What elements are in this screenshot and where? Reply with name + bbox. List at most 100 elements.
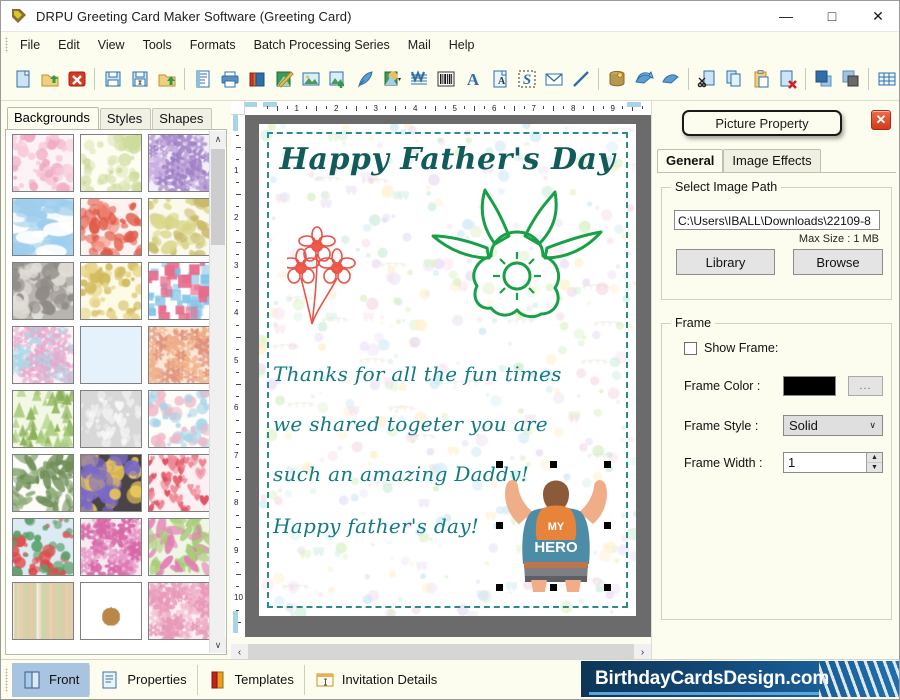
menu-formats[interactable]: Formats <box>181 34 245 56</box>
frame-color-swatch[interactable] <box>783 376 836 396</box>
bottombar-drag-grip[interactable] <box>5 667 8 692</box>
menu-help[interactable]: Help <box>440 34 484 56</box>
selection-handle-bm[interactable] <box>550 584 557 591</box>
save-as-icon[interactable] <box>127 66 152 92</box>
bottom-item-front[interactable]: Front <box>12 662 90 697</box>
print-icon[interactable] <box>217 66 242 92</box>
email-icon[interactable] <box>541 66 566 92</box>
delete-icon[interactable] <box>775 66 800 92</box>
bg-teddy-bear[interactable] <box>80 582 142 640</box>
my-hero-dad-illustration[interactable]: MY HERO <box>497 464 615 594</box>
page-setup-icon[interactable] <box>190 66 215 92</box>
ruler-margin-marker-top[interactable] <box>233 115 238 131</box>
grid-icon[interactable] <box>874 66 899 92</box>
bg-fruit-pastel[interactable] <box>148 198 210 256</box>
signature-icon[interactable]: S <box>514 66 539 92</box>
bg-baby-pastel[interactable] <box>80 134 142 192</box>
import-folder-icon[interactable] <box>154 66 179 92</box>
bg-gift-boxes[interactable] <box>148 262 210 320</box>
insert-image-icon[interactable] <box>298 66 323 92</box>
bg-baby-pink[interactable] <box>12 134 74 192</box>
frame-color-picker-button[interactable]: ... <box>848 376 883 396</box>
close-button[interactable]: ✕ <box>855 1 899 32</box>
menu-drag-grip[interactable] <box>5 37 8 53</box>
bottom-item-properties[interactable]: Properties <box>90 663 196 697</box>
ruler-margin-marker-left-2[interactable] <box>263 102 277 107</box>
add-object-icon[interactable] <box>325 66 350 92</box>
card-title-text[interactable]: Happy Father's Day <box>259 142 636 177</box>
database-icon[interactable] <box>604 66 629 92</box>
backgrounds-scrollbar[interactable]: ∧ ∨ <box>209 131 226 653</box>
send-back-icon[interactable] <box>838 66 863 92</box>
bg-confetti-beige[interactable] <box>80 262 142 320</box>
frame-width-value[interactable]: 1 <box>784 453 866 472</box>
tab-shapes[interactable]: Shapes <box>152 108 213 129</box>
close-document-icon[interactable] <box>64 66 89 92</box>
show-frame-row[interactable]: Show Frame: <box>684 341 778 355</box>
card-stack-icon[interactable] <box>244 66 269 92</box>
menu-batch-processing-series[interactable]: Batch Processing Series <box>245 34 399 56</box>
tab-image-effects[interactable]: Image Effects <box>723 149 821 172</box>
bg-white-heart[interactable] <box>80 390 142 448</box>
bg-pine-trees[interactable] <box>12 390 74 448</box>
selection-handle-tl[interactable] <box>496 461 503 468</box>
ruler-margin-marker-bottom[interactable] <box>233 611 238 633</box>
greeting-card[interactable]: Happy Father's Day Thanks for all the fu… <box>259 124 636 616</box>
undo-icon[interactable] <box>631 66 656 92</box>
tab-backgrounds[interactable]: Backgrounds <box>7 107 99 129</box>
minimize-button[interactable]: — <box>763 1 809 32</box>
vertical-ruler[interactable]: 1 2 3 4 5 6 7 8 9 10 <box>231 115 245 637</box>
spin-up-icon[interactable]: ▲ <box>866 453 882 463</box>
bg-grey-stones[interactable] <box>12 262 74 320</box>
bottom-item-templates[interactable]: Templates <box>198 663 304 697</box>
panel-close-icon[interactable]: ✕ <box>871 110 891 130</box>
selection-handle-ml[interactable] <box>496 522 503 529</box>
library-button[interactable]: Library <box>676 249 775 275</box>
bg-purple-floral[interactable] <box>148 134 210 192</box>
bg-stripes-pastel[interactable] <box>12 582 74 640</box>
bg-green-leaf[interactable] <box>12 454 74 512</box>
scrollbar-thumb[interactable] <box>211 149 225 245</box>
maximize-button[interactable]: □ <box>809 1 855 32</box>
browse-button[interactable]: Browse <box>793 249 883 275</box>
line-tool-icon[interactable] <box>568 66 593 92</box>
bring-front-icon[interactable] <box>811 66 836 92</box>
shape-fill-icon[interactable] <box>379 66 404 92</box>
watermark-icon[interactable] <box>406 66 431 92</box>
bg-blue-sky[interactable] <box>12 198 74 256</box>
tab-general[interactable]: General <box>657 149 724 172</box>
spin-down-icon[interactable]: ▼ <box>866 463 882 472</box>
pen-tool-icon[interactable] <box>352 66 377 92</box>
new-document-icon[interactable] <box>10 66 35 92</box>
bg-pink-soft[interactable] <box>148 582 210 640</box>
bg-mandala-peach[interactable] <box>148 326 210 384</box>
card-line-2[interactable]: we shared togeter you are <box>273 412 650 436</box>
bg-green-floral[interactable] <box>148 518 210 576</box>
selection-handle-bl[interactable] <box>496 584 503 591</box>
open-folder-icon[interactable] <box>37 66 62 92</box>
bg-party-doodle[interactable] <box>148 390 210 448</box>
menu-file[interactable]: File <box>11 34 49 56</box>
tab-styles[interactable]: Styles <box>99 108 152 129</box>
redo-icon[interactable] <box>658 66 683 92</box>
bg-santa-blue[interactable] <box>12 518 74 576</box>
barcode-icon[interactable] <box>433 66 458 92</box>
bg-snowflake[interactable] <box>80 326 142 384</box>
scroll-up-icon[interactable]: ∧ <box>210 131 226 147</box>
bottom-item-invitation-details[interactable]: Invitation Details <box>305 663 447 697</box>
bg-strawberry[interactable] <box>80 198 142 256</box>
bg-flower-pastel[interactable] <box>12 326 74 384</box>
bg-red-hearts[interactable] <box>148 454 210 512</box>
image-path-input[interactable]: C:\Users\IBALL\Downloads\22109-8 <box>674 210 880 230</box>
ruler-margin-marker-right[interactable] <box>627 102 641 107</box>
frame-width-stepper[interactable]: 1 ▲ ▼ <box>783 452 883 473</box>
selection-handle-br[interactable] <box>604 584 611 591</box>
selection-handle-mr[interactable] <box>604 522 611 529</box>
horizontal-ruler[interactable]: 1 2 3 4 5 6 7 8 9 <box>245 101 651 115</box>
card-canvas[interactable]: Happy Father's Day Thanks for all the fu… <box>245 115 651 637</box>
frame-style-select[interactable]: Solid ∨ <box>783 415 883 436</box>
scroll-down-icon[interactable]: ∨ <box>210 637 226 653</box>
copy-icon[interactable] <box>721 66 746 92</box>
ruler-margin-marker-left[interactable] <box>245 102 257 107</box>
bg-bokeh-lights[interactable] <box>80 454 142 512</box>
